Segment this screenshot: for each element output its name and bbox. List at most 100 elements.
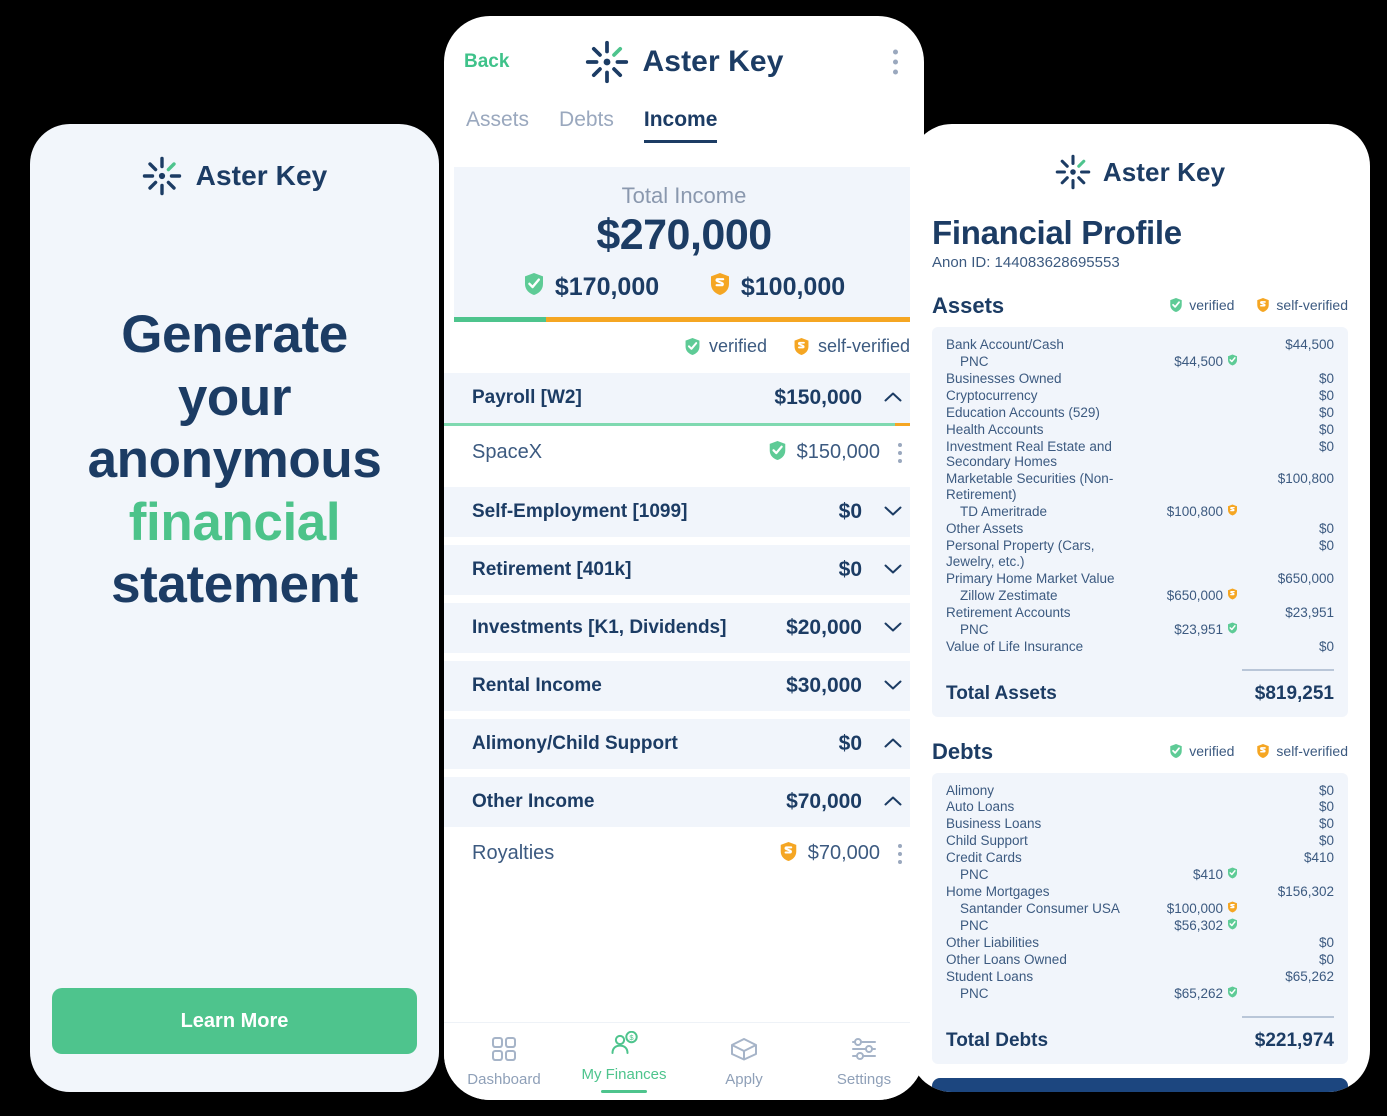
row-amount: $0 (1318, 934, 1334, 950)
statement-row: Student Loans $65,262 (946, 969, 1334, 985)
category-label: Payroll [W2] (472, 387, 582, 408)
row-label: Other Liabilities (946, 934, 1040, 950)
statement-row: Retirement Accounts $23,951 (946, 605, 1334, 621)
assets-card: Bank Account/Cash $44,500 PNC $44,500 Busine… (932, 327, 1348, 717)
nav-active-underline (601, 1089, 647, 1093)
row-institution-value: $65,262 (1174, 985, 1223, 1001)
statement-sub-row: PNC $65,262 (946, 986, 1334, 1002)
category-label: Investments [K1, Dividends] (472, 617, 727, 638)
statement-row: Other Assets $0 (946, 521, 1334, 537)
source-amount: $150,000 (796, 441, 880, 463)
screenshot-stage: Aster Key Generate your anonymous financ… (0, 0, 1387, 1116)
row-amount: $0 (1318, 799, 1334, 815)
assets-section-header: Assets verified self-verified (932, 293, 1348, 319)
total-income-amount: $270,000 (596, 211, 772, 259)
row-overflow-menu-icon[interactable] (898, 843, 902, 864)
income-verification-bar (454, 317, 914, 322)
row-institution-value: $44,500 (1174, 353, 1223, 369)
income-category-row[interactable]: Other Income $70,000 (444, 777, 924, 827)
tab-income[interactable]: Income (643, 108, 718, 143)
back-button[interactable]: Back (464, 51, 509, 73)
self-verified-shield-icon (1227, 504, 1238, 520)
nav-item-dashboard[interactable]: Dashboard (444, 1036, 564, 1088)
income-category-row[interactable]: Rental Income $30,000 (444, 661, 924, 711)
chevron-down-icon[interactable] (884, 619, 902, 637)
self-verified-shield-icon (1227, 588, 1238, 604)
chevron-down-icon[interactable] (884, 503, 902, 521)
marketing-headline: Generate your anonymous financial statem… (30, 304, 439, 617)
bar-verified-segment (444, 423, 896, 426)
category-label: Other Income (472, 791, 595, 812)
row-amount: $0 (1318, 638, 1334, 654)
row-label: Student Loans (946, 968, 1034, 984)
row-label: Bank Account/Cash (946, 337, 1064, 352)
statement-row: Other Liabilities $0 (946, 935, 1334, 951)
learn-more-button[interactable]: Learn More (52, 988, 417, 1054)
row-label: Retirement Accounts (946, 604, 1071, 620)
section-tabs: Assets Debts Income (444, 108, 924, 143)
page-title: Financial Profile (932, 214, 1182, 251)
verified-total-amount: $170,000 (554, 273, 660, 301)
tab-debts[interactable]: Debts (559, 108, 614, 143)
phone-financial-profile: Aster Key Financial Profile Anon ID: 144… (910, 124, 1370, 1092)
self-verified-shield-icon (1227, 901, 1238, 917)
assets-total-row: Total Assets $819,251 (946, 683, 1334, 705)
income-source-row[interactable]: Royalties $70,000 (444, 827, 924, 880)
nav-item-settings[interactable]: Settings (804, 1036, 924, 1088)
row-label: Health Accounts (946, 421, 1044, 437)
net-worth-label: Total Net Worth (950, 1091, 1330, 1093)
legend-verified: verified (684, 336, 767, 357)
debts-legend: verified self-verified (1169, 743, 1348, 759)
aster-key-starburst-icon (585, 40, 629, 84)
verified-shield-icon (1169, 297, 1183, 313)
list-gap (444, 653, 924, 661)
nav-item-my-finances[interactable]: $ My Finances (564, 1030, 684, 1093)
chevron-down-icon[interactable] (884, 561, 902, 579)
income-category-row[interactable]: Payroll [W2] $150,000 (444, 373, 924, 423)
income-category-row[interactable]: Retirement [401k] $0 (444, 545, 924, 595)
total-income-label: Total Income (621, 183, 747, 208)
self-verified-total-amount: $100,000 (740, 273, 846, 301)
tab-assets[interactable]: Assets (466, 108, 529, 143)
chevron-up-icon[interactable] (884, 389, 902, 407)
statement-sub-row: Santander Consumer USA $100,000 (946, 901, 1334, 917)
assets-total-divider (1242, 668, 1334, 671)
overflow-menu-icon[interactable] (893, 49, 898, 75)
legend-self-verified: self-verified (1256, 297, 1348, 313)
row-overflow-menu-icon[interactable] (898, 442, 902, 463)
verified-shield-icon (1227, 622, 1238, 638)
row-amount: $156,302 (1277, 884, 1334, 900)
brand-name-right: Aster Key (1102, 156, 1226, 187)
nav-label-settings: Settings (836, 1070, 892, 1088)
verified-shield-icon (684, 337, 701, 356)
row-label: PNC (960, 917, 989, 933)
row-label: Personal Property (Cars, Jewelry, etc.) (946, 538, 1095, 569)
income-source-row[interactable]: SpaceX $150,000 (444, 426, 924, 479)
category-amount: $0 (838, 558, 862, 581)
chevron-down-icon[interactable] (884, 677, 902, 695)
income-category-row[interactable]: Investments [K1, Dividends] $20,000 (444, 603, 924, 653)
category-amount: $150,000 (774, 386, 862, 409)
nav-item-apply[interactable]: Apply (684, 1036, 804, 1088)
legend-verified: verified (1169, 743, 1234, 759)
statement-row: Alimony $0 (946, 783, 1334, 799)
nav-label-my-finances: My Finances (581, 1065, 667, 1083)
legend-verified: verified (1169, 297, 1234, 313)
statement-row: Health Accounts $0 (946, 422, 1334, 438)
verified-shield-icon (1227, 986, 1238, 1002)
row-amount: $0 (1318, 816, 1334, 832)
verified-shield-icon (1227, 867, 1238, 883)
headline-line-1: Generate (121, 305, 348, 364)
statement-row: Cryptocurrency $0 (946, 388, 1334, 404)
net-worth-card: Total Net Worth $597,277 (932, 1077, 1348, 1093)
income-category-row[interactable]: Alimony/Child Support $0 (444, 719, 924, 769)
row-label: Other Assets (946, 521, 1024, 537)
verified-total: $170,000 (523, 272, 659, 303)
row-amount: $410 (1303, 850, 1334, 866)
income-category-row[interactable]: Self-Employment [1099] $0 (444, 487, 924, 537)
row-amount: $0 (1318, 782, 1334, 798)
chevron-up-icon[interactable] (884, 793, 902, 811)
self-verified-shield-icon (1256, 743, 1270, 759)
row-label: Home Mortgages (946, 884, 1050, 900)
chevron-up-icon[interactable] (884, 735, 902, 753)
